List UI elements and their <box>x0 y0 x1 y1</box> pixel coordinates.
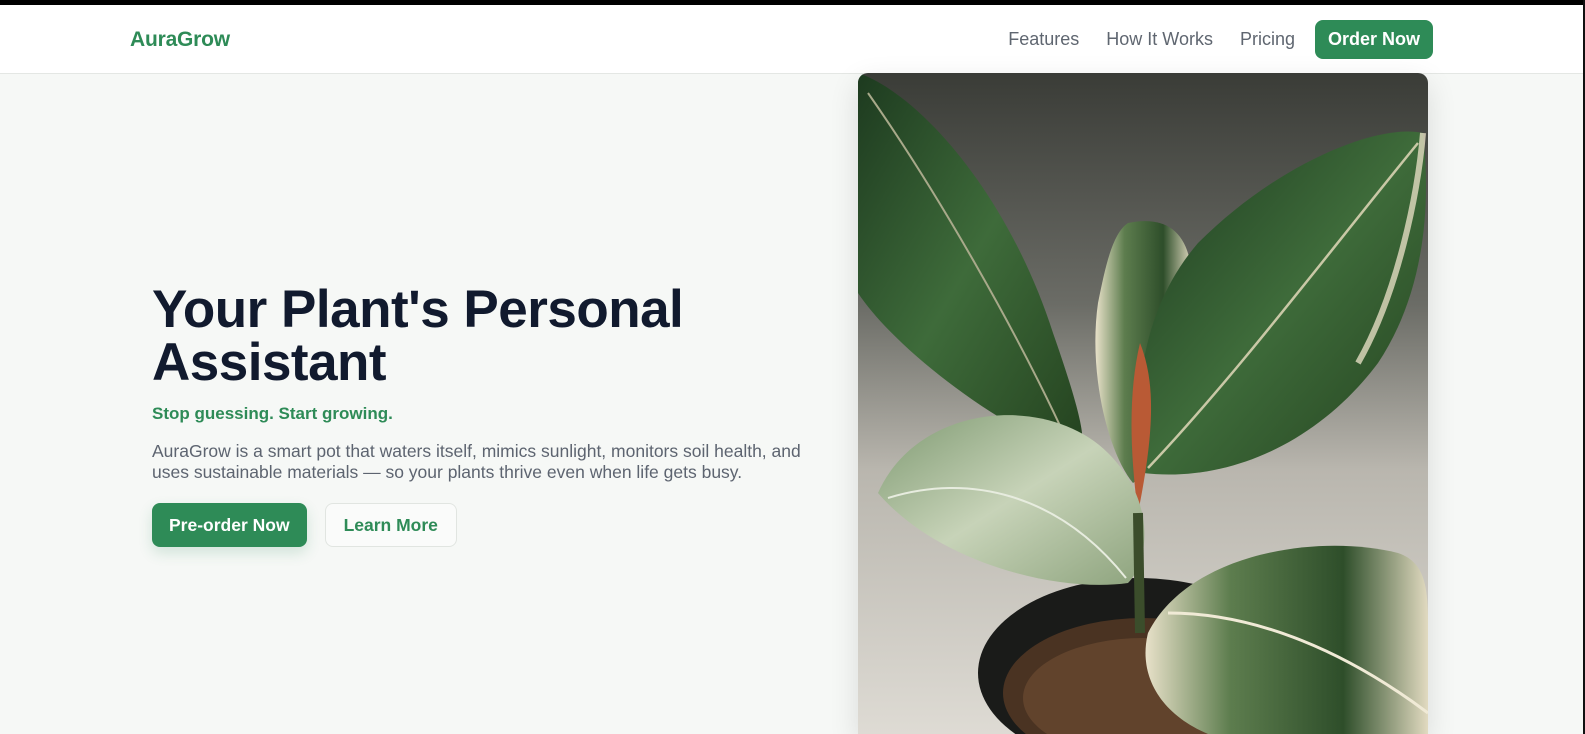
hero-title-line-1: Your Plant's Personal <box>152 280 684 339</box>
brand-logo[interactable]: AuraGrow <box>130 28 230 52</box>
order-now-button[interactable]: Order Now <box>1314 20 1433 59</box>
plant-illustration <box>858 73 1428 734</box>
nav-link-features[interactable]: Features <box>1008 29 1079 50</box>
nav-link-how-it-works[interactable]: How It Works <box>1106 29 1213 50</box>
hero-content: Your Plant's Personal Assistant Stop gue… <box>152 283 822 547</box>
pre-order-button[interactable]: Pre-order Now <box>152 503 307 547</box>
nav-links: Features How It Works Pricing Order Now <box>1008 20 1433 59</box>
navigation-bar: AuraGrow Features How It Works Pricing O… <box>0 5 1583 74</box>
hero-plant-image <box>858 73 1428 734</box>
learn-more-button[interactable]: Learn More <box>324 503 457 547</box>
hero-tagline: Stop guessing. Start growing. <box>152 404 393 423</box>
hero-title-line-2: Assistant <box>152 333 387 392</box>
hero-description: AuraGrow is a smart pot that waters itse… <box>152 441 801 482</box>
hero-buttons: Pre-order Now Learn More <box>152 503 822 547</box>
hero-title: Your Plant's Personal Assistant <box>152 283 822 389</box>
nav-link-pricing[interactable]: Pricing <box>1240 29 1295 50</box>
